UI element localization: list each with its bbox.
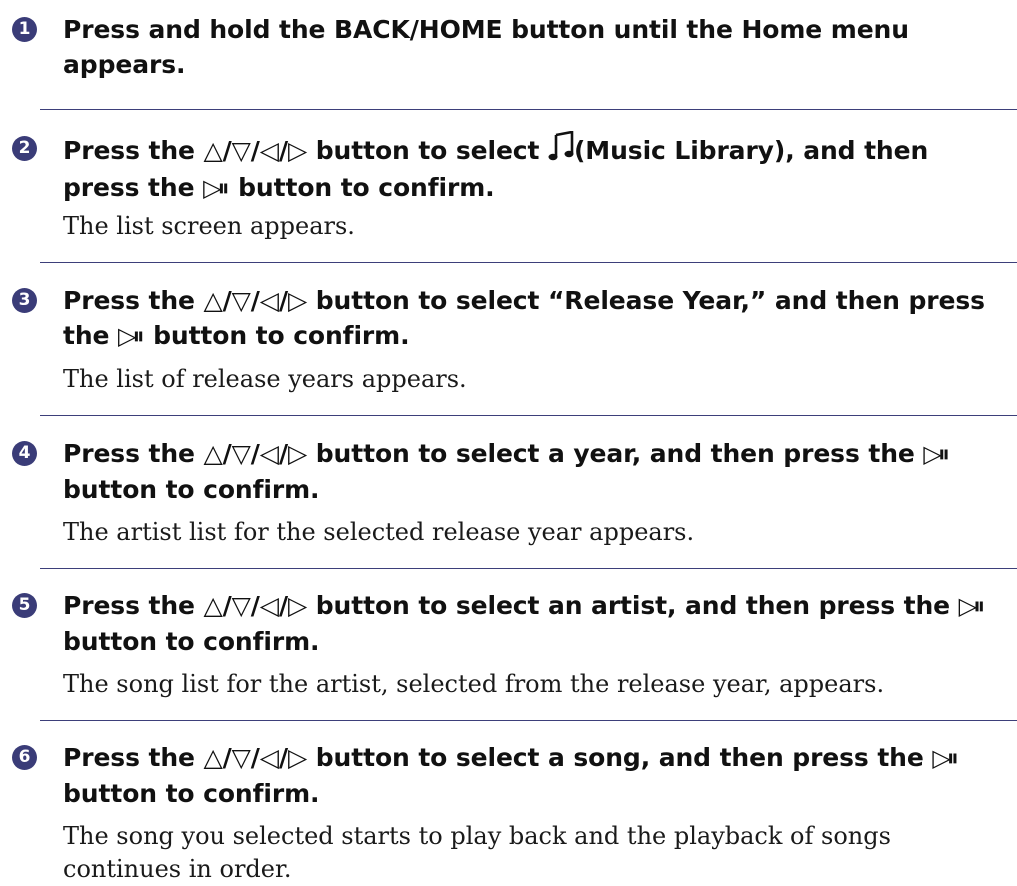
step-number-badge: 1 — [12, 17, 37, 42]
play-pause-icon: ▷⏸ — [923, 440, 950, 468]
left-arrow-icon: ◁ — [259, 136, 279, 165]
heading-text: button to confirm. — [63, 779, 320, 808]
step-description: The list screen appears. — [63, 212, 355, 240]
slash-text: / — [222, 286, 232, 315]
divider — [40, 109, 1017, 110]
heading-text: button to select a year, and then press … — [307, 439, 924, 468]
step-description: The song you selected starts to play bac… — [63, 822, 891, 883]
instruction-page: 1 Press and hold the BACK/HOME button un… — [0, 0, 1017, 883]
slash-text: / — [250, 286, 260, 315]
heading-text: button to select — [307, 136, 548, 165]
music-note-icon — [548, 130, 574, 170]
slash-text: / — [222, 136, 232, 165]
step-heading: Press the △/▽/◁/▷ button to select a son… — [63, 740, 1008, 811]
left-arrow-icon: ◁ — [259, 286, 279, 315]
up-arrow-icon: △ — [203, 743, 223, 772]
divider — [40, 262, 1017, 263]
heading-text: Press the — [63, 136, 204, 165]
heading-text: button to select a song, and then press … — [307, 743, 933, 772]
play-pause-icon: ▷⏸ — [932, 744, 959, 772]
left-arrow-icon: ◁ — [259, 591, 279, 620]
heading-text: Press the — [63, 591, 204, 620]
right-arrow-icon: ▷ — [288, 743, 308, 772]
slash-text: / — [278, 286, 288, 315]
heading-text: Press the — [63, 439, 204, 468]
slash-text: / — [250, 743, 260, 772]
slash-text: / — [222, 439, 232, 468]
play-pause-icon: ▷⏸ — [118, 322, 145, 350]
slash-text: / — [278, 136, 288, 165]
up-arrow-icon: △ — [203, 286, 223, 315]
step-number-badge: 4 — [12, 441, 37, 466]
slash-text: / — [278, 591, 288, 620]
right-arrow-icon: ▷ — [288, 439, 308, 468]
left-arrow-icon: ◁ — [259, 743, 279, 772]
step-heading: Press the △/▽/◁/▷ button to select (Musi… — [63, 130, 1008, 206]
heading-text: Press the — [63, 286, 204, 315]
right-arrow-icon: ▷ — [288, 286, 308, 315]
play-pause-icon: ▷⏸ — [958, 592, 986, 620]
step-heading: Press the △/▽/◁/▷ button to select a yea… — [63, 436, 1008, 507]
step-number-badge: 6 — [12, 745, 37, 770]
slash-text: / — [250, 136, 260, 165]
down-arrow-icon: ▽ — [231, 591, 251, 620]
heading-text: button to confirm. — [144, 321, 410, 350]
step-heading: Press and hold the BACK/HOME button unti… — [63, 15, 909, 79]
slash-text: / — [250, 591, 260, 620]
left-arrow-icon: ◁ — [259, 439, 279, 468]
play-pause-icon: ▷⏸ — [203, 174, 230, 202]
step-heading: Press the △/▽/◁/▷ button to select an ar… — [63, 588, 1008, 659]
divider — [40, 568, 1017, 569]
step-description: The song list for the artist, selected f… — [63, 670, 885, 698]
heading-text: button to select an artist, and then pre… — [307, 591, 959, 620]
step-description: The artist list for the selected release… — [63, 518, 695, 546]
down-arrow-icon: ▽ — [231, 439, 251, 468]
down-arrow-icon: ▽ — [231, 136, 251, 165]
slash-text: / — [278, 743, 288, 772]
slash-text: / — [222, 743, 232, 772]
down-arrow-icon: ▽ — [231, 743, 251, 772]
heading-text: button to confirm. — [63, 475, 320, 504]
up-arrow-icon: △ — [203, 439, 223, 468]
slash-text: / — [250, 439, 260, 468]
slash-text: / — [222, 591, 232, 620]
step-description: The list of release years appears. — [63, 365, 467, 393]
step-heading: Press the △/▽/◁/▷ button to select “Rele… — [63, 283, 1008, 354]
heading-text: Press the — [63, 743, 204, 772]
heading-text: button to confirm. — [229, 173, 495, 202]
step-number-badge: 2 — [12, 136, 37, 161]
down-arrow-icon: ▽ — [231, 286, 251, 315]
up-arrow-icon: △ — [203, 136, 223, 165]
up-arrow-icon: △ — [203, 591, 223, 620]
divider — [40, 720, 1017, 721]
right-arrow-icon: ▷ — [288, 591, 308, 620]
divider — [40, 415, 1017, 416]
right-arrow-icon: ▷ — [288, 136, 308, 165]
step-number-badge: 5 — [12, 593, 37, 618]
step-number-badge: 3 — [12, 288, 37, 313]
slash-text: / — [278, 439, 288, 468]
heading-text: button to confirm. — [63, 627, 320, 656]
